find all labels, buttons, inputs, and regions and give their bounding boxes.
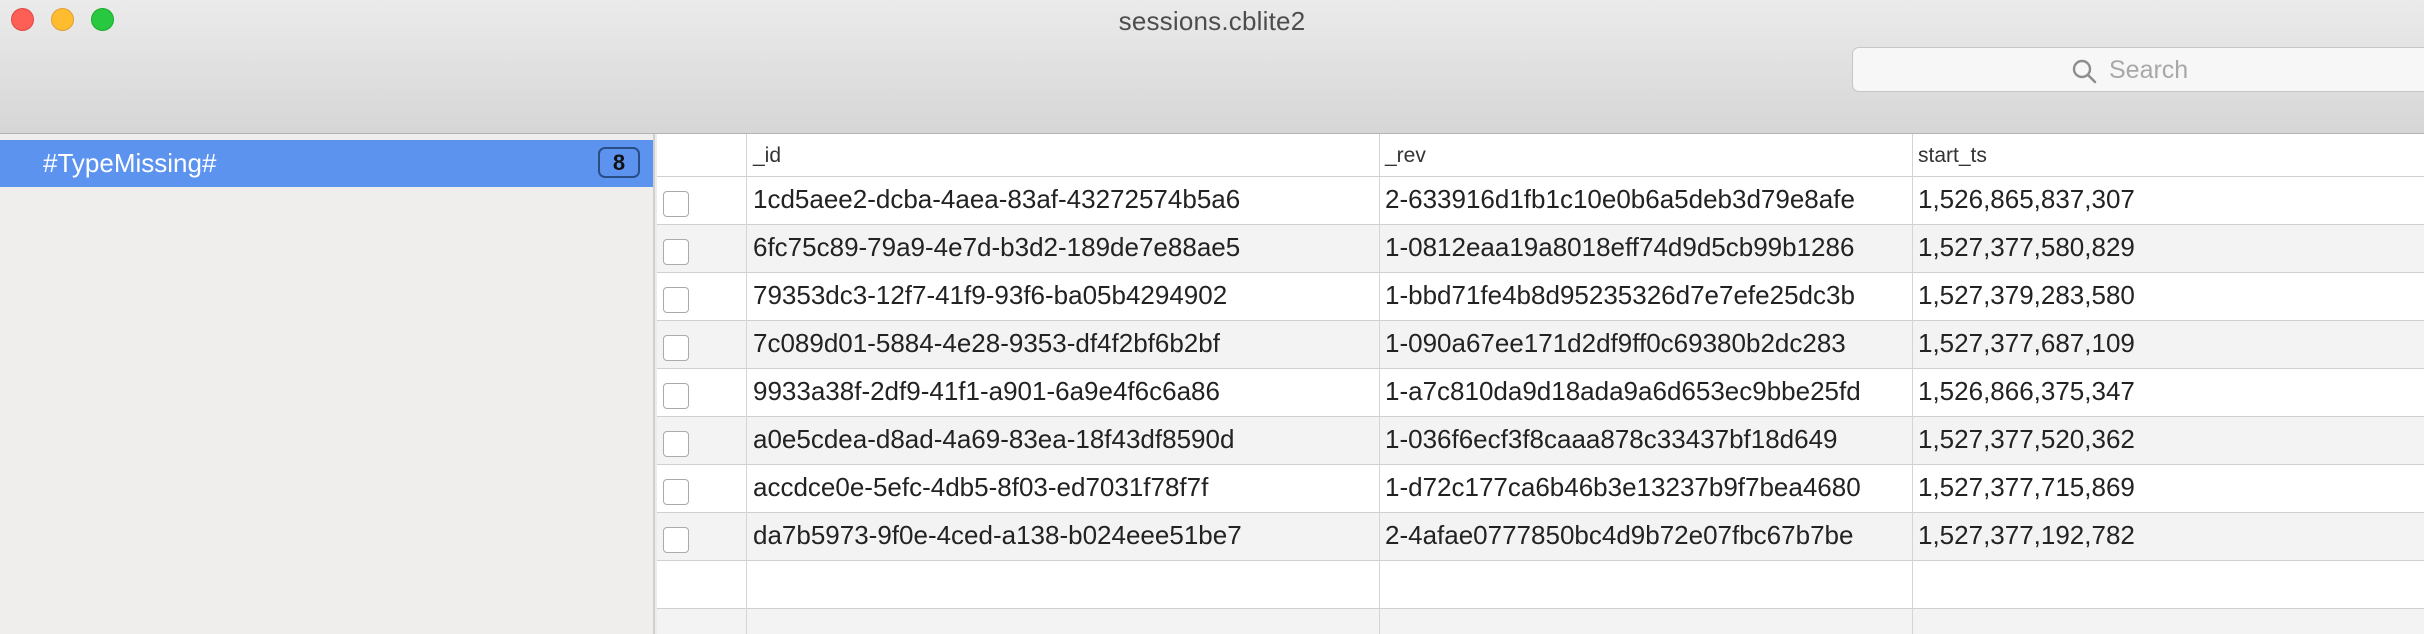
select-cell [657,369,747,417]
column-header-start-ts[interactable]: start_ts [1912,134,2424,176]
table-row[interactable]: 79353dc3-12f7-41f9-93f6-ba05b4294902 1-bb… [657,273,2424,321]
rev-cell[interactable]: 1-036f6ecf3f8caaa878c33437bf18d649 [1379,417,1912,465]
table-row[interactable]: 7c089d01-5884-4e28-9353-df4f2bf6b2bf 1-09… [657,321,2424,369]
select-cell [657,465,747,513]
id-cell[interactable]: a0e5cdea-d8ad-4a69-83ea-18f43df8590d [747,417,1379,465]
rev-cell[interactable]: 2-4afae0777850bc4d9b72e07fbc67b7be [1379,513,1912,561]
rev-cell[interactable]: 1-bbd71fe4b8d95235326d7e7efe25dc3b [1379,273,1912,321]
rev-cell[interactable]: 1-090a67ee171d2df9ff0c69380b2dc283 [1379,321,1912,369]
select-cell [657,417,747,465]
empty-row [657,561,2424,609]
id-cell[interactable]: 79353dc3-12f7-41f9-93f6-ba05b4294902 [747,273,1379,321]
start-ts-cell[interactable]: 1,527,377,580,829 [1912,225,2424,273]
start-ts-cell[interactable]: 1,527,377,687,109 [1912,321,2424,369]
start-ts-cell[interactable]: 1,526,866,375,347 [1912,369,2424,417]
table-row[interactable]: da7b5973-9f0e-4ced-a138-b024eee51be7 2-4a… [657,513,2424,561]
column-header-id[interactable]: _id [747,134,1379,176]
row-checkbox[interactable] [663,383,689,409]
select-cell [657,177,747,225]
rev-cell[interactable]: 1-0812eaa19a8018eff74d9d5cb99b1286 [1379,225,1912,273]
id-cell[interactable]: 7c089d01-5884-4e28-9353-df4f2bf6b2bf [747,321,1379,369]
table-row[interactable]: 6fc75c89-79a9-4e7d-b3d2-189de7e88ae5 1-08… [657,225,2424,273]
start-ts-cell[interactable]: 1,527,379,283,580 [1912,273,2424,321]
start-ts-cell[interactable]: 1,526,865,837,307 [1912,177,2424,225]
id-cell[interactable]: accdce0e-5efc-4db5-8f03-ed7031f78f7f [747,465,1379,513]
sidebar-item-label: #TypeMissing# [43,148,217,178]
select-cell [657,273,747,321]
table-row[interactable]: 1cd5aee2-dcba-4aea-83af-43272574b5a6 2-63… [657,177,2424,225]
start-ts-cell[interactable]: 1,527,377,715,869 [1912,465,2424,513]
search-input[interactable]: Search [1852,47,2424,92]
select-cell [657,225,747,273]
row-checkbox[interactable] [663,239,689,265]
row-checkbox[interactable] [663,479,689,505]
sidebar-item-typemissing[interactable]: #TypeMissing# 8 [0,140,653,187]
row-checkbox[interactable] [663,191,689,217]
column-header-rev[interactable]: _rev [1379,134,1912,176]
column-header-select[interactable] [657,134,747,176]
search-placeholder: Search [2109,56,2189,84]
window-title: sessions.cblite2 [1118,6,1306,36]
start-ts-cell[interactable]: 1,527,377,192,782 [1912,513,2424,561]
rev-cell[interactable]: 2-633916d1fb1c10e0b6a5deb3d79e8afe [1379,177,1912,225]
id-cell[interactable]: 6fc75c89-79a9-4e7d-b3d2-189de7e88ae5 [747,225,1379,273]
start-ts-cell[interactable]: 1,527,377,520,362 [1912,417,2424,465]
row-checkbox[interactable] [663,527,689,553]
search-icon [2072,59,2097,84]
id-cell[interactable]: 1cd5aee2-dcba-4aea-83af-43272574b5a6 [747,177,1379,225]
row-checkbox[interactable] [663,335,689,361]
column-divider [1912,134,1913,634]
id-cell[interactable]: 9933a38f-2df9-41f1-a901-6a9e4f6c6a86 [747,369,1379,417]
select-cell [657,513,747,561]
empty-row [657,609,2424,634]
row-checkbox[interactable] [663,287,689,313]
rev-cell[interactable]: 1-a7c810da9d18ada9a6d653ec9bbe25fd [1379,369,1912,417]
table-row[interactable]: 9933a38f-2df9-41f1-a901-6a9e4f6c6a86 1-a7… [657,369,2424,417]
documents-table: _id _rev start_ts 1cd5aee2-dcba-4aea-83a… [657,134,2424,634]
select-cell [657,321,747,369]
table-row[interactable]: accdce0e-5efc-4db5-8f03-ed7031f78f7f 1-d7… [657,465,2424,513]
sidebar: #TypeMissing# 8 [0,134,655,634]
table-row[interactable]: a0e5cdea-d8ad-4a69-83ea-18f43df8590d 1-03… [657,417,2424,465]
column-divider [1379,134,1380,634]
count-badge: 8 [598,147,640,178]
rev-cell[interactable]: 1-d72c177ca6b46b3e13237b9f7bea4680 [1379,465,1912,513]
column-divider [746,134,747,634]
row-checkbox[interactable] [663,431,689,457]
table-header: _id _rev start_ts [657,134,2424,177]
id-cell[interactable]: da7b5973-9f0e-4ced-a138-b024eee51be7 [747,513,1379,561]
window-titlebar: sessions.cblite2 Search [0,0,2424,134]
